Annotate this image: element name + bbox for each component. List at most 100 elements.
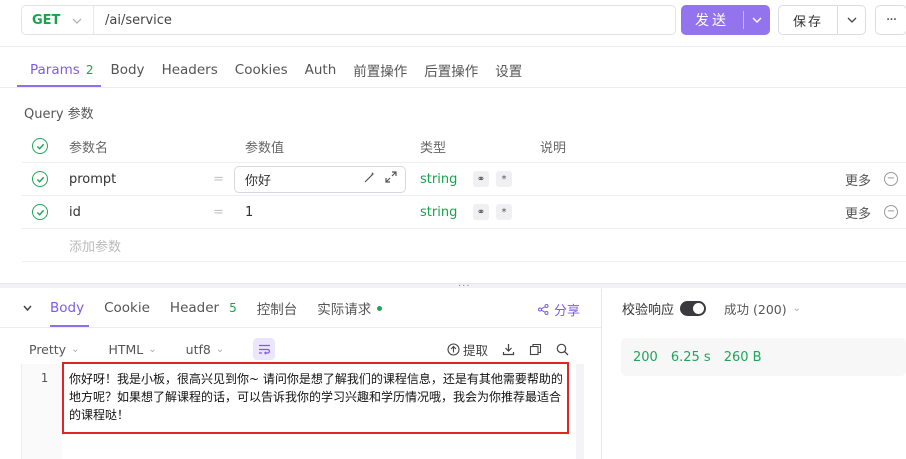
remove-row-button[interactable]: − bbox=[874, 163, 898, 195]
tab-headers[interactable]: Headers bbox=[162, 62, 218, 78]
drag-handle-icon[interactable]: ··· bbox=[458, 281, 471, 292]
download-icon bbox=[502, 343, 515, 355]
copy-icon bbox=[529, 343, 542, 355]
response-tabs: Body Cookie Header 5 控制台 实际请求 bbox=[23, 298, 402, 318]
table-row: id = 1 string ⚭ * 更多 − bbox=[22, 196, 906, 229]
required-icon[interactable]: * bbox=[496, 204, 512, 220]
validation-bar: 校验响应 成功 (200) ⌄ bbox=[622, 298, 801, 318]
line-number: 1 bbox=[40, 371, 48, 385]
send-button[interactable]: 发送 bbox=[681, 5, 770, 35]
check-icon bbox=[36, 176, 44, 183]
chevron-down-icon[interactable] bbox=[744, 17, 770, 23]
validation-label: 校验响应 bbox=[622, 302, 675, 318]
remove-row-button[interactable]: − bbox=[874, 196, 898, 228]
status-code: 200 bbox=[633, 349, 658, 365]
equals-sign: = bbox=[213, 171, 224, 187]
param-value[interactable]: 1 bbox=[245, 196, 253, 228]
params-count-badge: 2 bbox=[85, 63, 94, 77]
params-header-row: 参数名 参数值 类型 说明 bbox=[22, 130, 906, 163]
search-icon bbox=[556, 343, 569, 355]
chevron-down-icon: ⌄ bbox=[215, 343, 225, 355]
add-param-input[interactable]: 添加参数 bbox=[69, 229, 121, 261]
scrollbar[interactable] bbox=[576, 364, 584, 459]
save-label: 保存 bbox=[792, 14, 823, 30]
response-meta: 200 6.25 s 260 B bbox=[621, 338, 906, 376]
minus-circle-icon: − bbox=[884, 205, 898, 219]
search-button[interactable] bbox=[556, 343, 569, 356]
method-select[interactable]: GET bbox=[22, 6, 94, 34]
download-button[interactable] bbox=[502, 343, 515, 356]
add-param-row: 添加参数 bbox=[22, 229, 906, 262]
param-flags: ⚭ * bbox=[466, 163, 512, 195]
query-section-title: Query 参数 bbox=[24, 107, 94, 122]
chevron-down-icon: ⌄ bbox=[71, 343, 80, 355]
pretty-select[interactable]: Pretty ⌄ bbox=[29, 342, 79, 357]
highlight-box bbox=[62, 362, 569, 434]
row-checkbox[interactable] bbox=[32, 171, 48, 187]
column-header-value: 参数值 bbox=[245, 140, 285, 156]
response-size: 260 B bbox=[723, 349, 762, 365]
link-icon[interactable]: ⚭ bbox=[473, 204, 489, 220]
word-wrap-button[interactable] bbox=[253, 338, 276, 360]
request-tabs: Params 2 Body Headers Cookies Auth 前置操作 后… bbox=[30, 60, 539, 80]
status-dot bbox=[377, 305, 383, 311]
tab-pre-ops[interactable]: 前置操作 bbox=[353, 60, 407, 80]
more-link[interactable]: 更多 bbox=[845, 196, 871, 228]
url-box: GET /ai/service bbox=[21, 5, 676, 35]
format-toolbar: Pretty ⌄ HTML ⌄ utf8 ⌄ bbox=[29, 338, 276, 360]
select-all-checkbox[interactable] bbox=[32, 138, 48, 154]
more-options-button[interactable]: ··· bbox=[875, 5, 906, 35]
tab-console[interactable]: 控制台 bbox=[257, 298, 298, 318]
param-value-input[interactable]: 你好 bbox=[234, 166, 406, 193]
header-count-badge: 5 bbox=[229, 301, 237, 315]
tab-response-cookie[interactable]: Cookie bbox=[104, 300, 150, 316]
required-icon[interactable]: * bbox=[496, 171, 512, 187]
tab-actual-request[interactable]: 实际请求 bbox=[317, 298, 383, 318]
chevron-down-icon[interactable] bbox=[838, 17, 865, 23]
panel-splitter[interactable] bbox=[0, 283, 906, 288]
extract-button[interactable]: 提取 bbox=[447, 340, 488, 359]
column-header-desc: 说明 bbox=[540, 140, 567, 156]
request-bar: GET /ai/service 发送 保存 ··· bbox=[0, 0, 906, 46]
url-input[interactable]: /ai/service bbox=[94, 13, 172, 28]
save-button[interactable]: 保存 bbox=[778, 5, 866, 35]
param-name[interactable]: prompt bbox=[69, 163, 116, 195]
row-checkbox[interactable] bbox=[32, 204, 48, 220]
wrap-icon bbox=[258, 344, 270, 355]
status-select[interactable]: 成功 (200) ⌄ bbox=[724, 299, 801, 318]
chevron-down-icon bbox=[72, 13, 82, 28]
tab-params[interactable]: Params 2 bbox=[30, 62, 93, 78]
encoding-select[interactable]: utf8 ⌄ bbox=[186, 342, 225, 357]
share-icon bbox=[538, 304, 549, 315]
tab-response-header[interactable]: Header 5 bbox=[170, 300, 237, 316]
tab-label: Header bbox=[169, 300, 220, 316]
status-select-label: 成功 (200) bbox=[724, 301, 787, 317]
tab-settings[interactable]: 设置 bbox=[495, 60, 522, 80]
check-icon bbox=[36, 209, 44, 216]
link-icon[interactable]: ⚭ bbox=[473, 171, 489, 187]
param-name[interactable]: id bbox=[69, 196, 81, 228]
param-type[interactable]: string bbox=[420, 163, 457, 195]
expand-icon[interactable] bbox=[385, 171, 397, 188]
divider bbox=[0, 327, 601, 328]
copy-button[interactable] bbox=[529, 343, 542, 356]
tab-cookies[interactable]: Cookies bbox=[235, 62, 288, 78]
param-flags: ⚭ * bbox=[466, 196, 512, 228]
share-button[interactable]: 分享 bbox=[538, 300, 580, 319]
tab-auth[interactable]: Auth bbox=[305, 62, 337, 78]
tab-response-body[interactable]: Body bbox=[50, 300, 84, 316]
pretty-label: Pretty bbox=[29, 341, 67, 357]
response-time: 6.25 s bbox=[670, 349, 711, 365]
validation-toggle[interactable] bbox=[680, 300, 707, 316]
magic-wand-icon[interactable] bbox=[363, 171, 376, 188]
param-type[interactable]: string bbox=[420, 196, 457, 228]
send-label: 发送 bbox=[695, 13, 729, 29]
language-select[interactable]: HTML ⌄ bbox=[108, 342, 156, 357]
collapse-chevron-icon[interactable] bbox=[23, 303, 32, 314]
equals-sign: = bbox=[213, 204, 224, 220]
more-link[interactable]: 更多 bbox=[845, 163, 871, 195]
extract-label: 提取 bbox=[463, 342, 489, 358]
tab-post-ops[interactable]: 后置操作 bbox=[424, 60, 478, 80]
language-label: HTML bbox=[108, 341, 144, 357]
tab-body[interactable]: Body bbox=[110, 62, 144, 78]
